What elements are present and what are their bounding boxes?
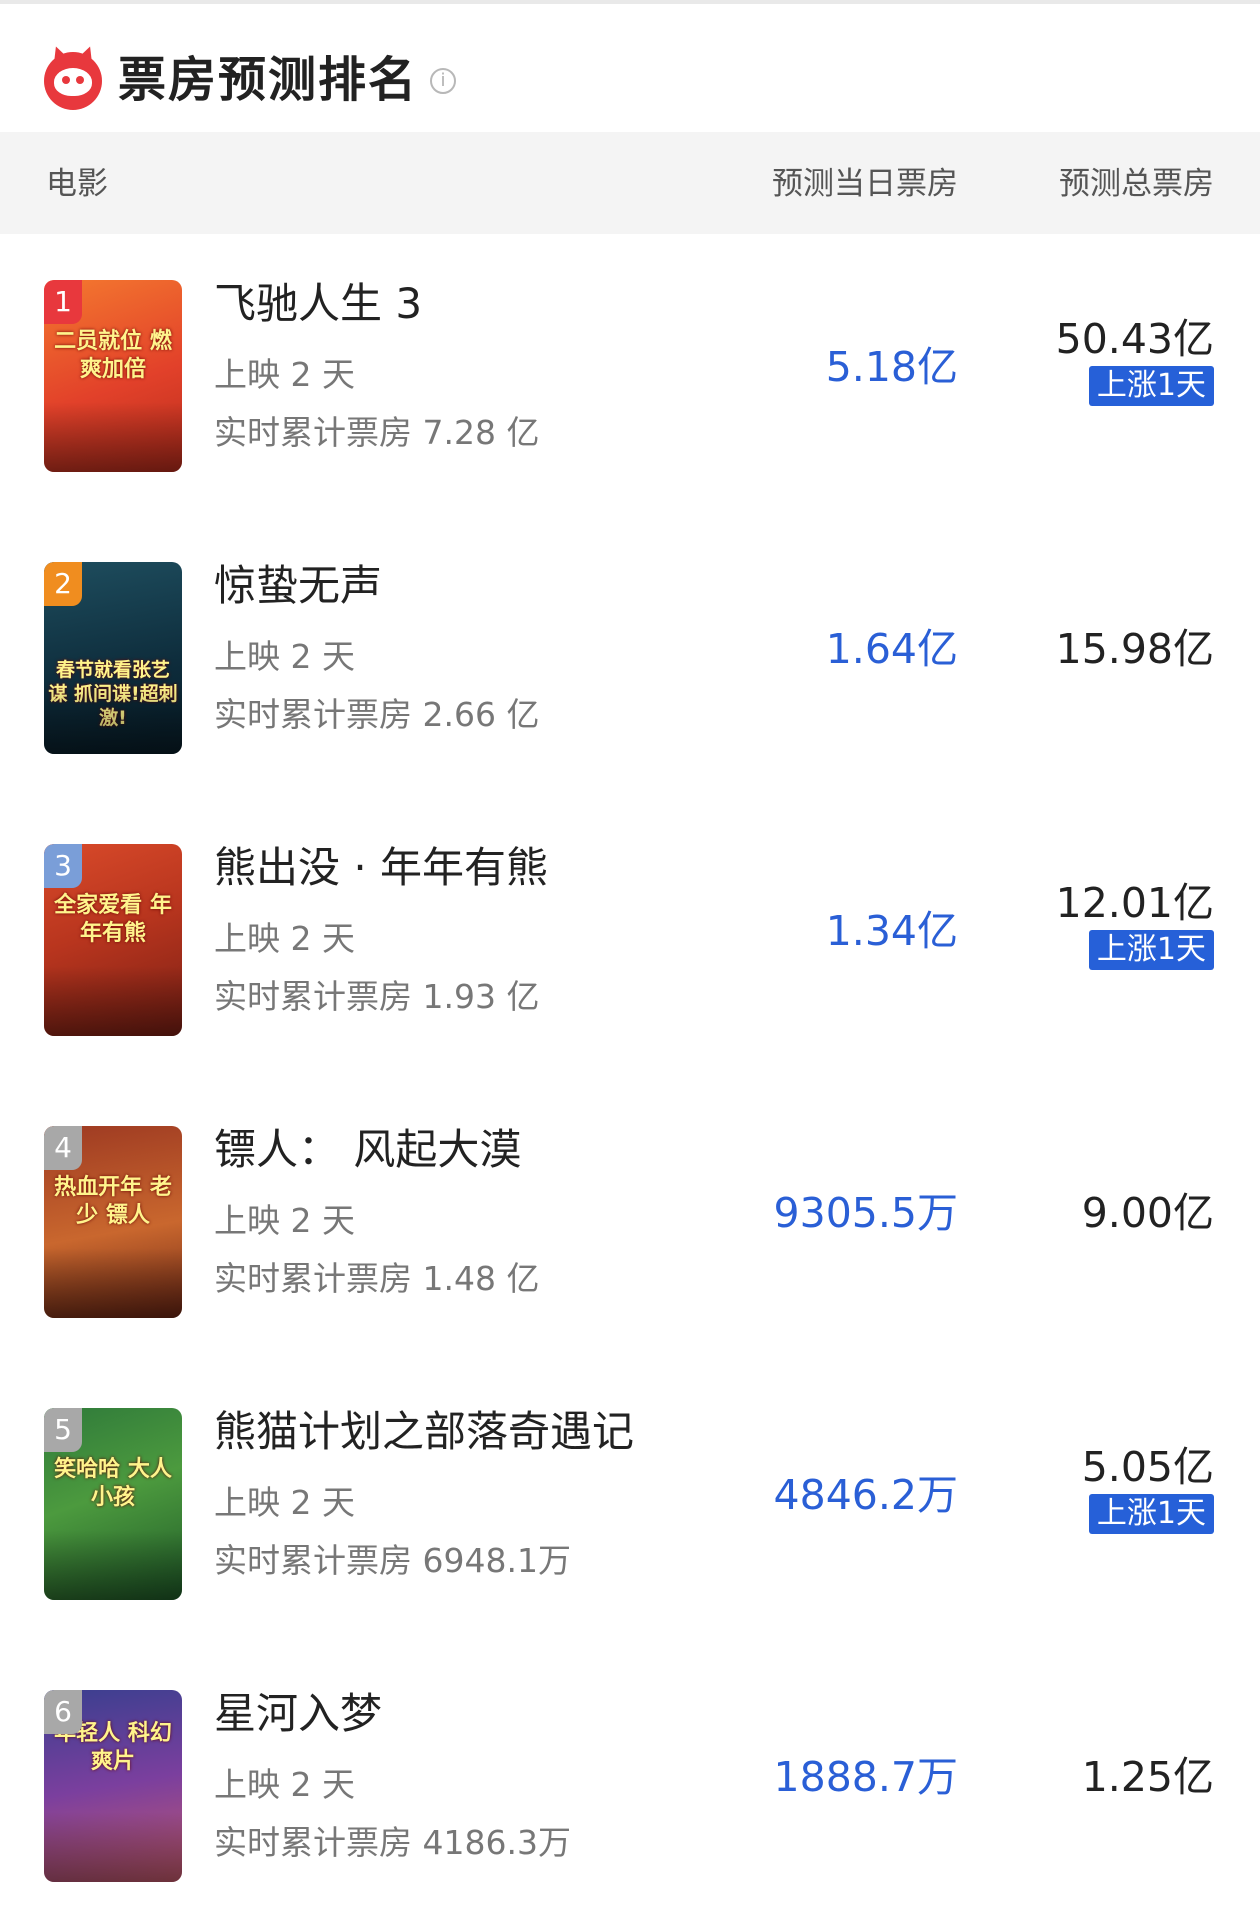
daily-forecast-value: 1.34亿 — [825, 907, 958, 955]
movie-title[interactable]: 镖人： 风起大漠 — [214, 1122, 521, 1178]
movie-title[interactable]: 熊出没 · 年年有熊 — [214, 840, 548, 896]
release-days: 上映 2 天 — [214, 919, 355, 958]
list-item[interactable]: 二员就位 燃爽加倍 1 飞驰人生 3 上映 2 天 实时累计票房 7.28 亿 … — [0, 234, 1260, 516]
list-item[interactable]: 年轻人 科幻爽片 6 星河入梦 上映 2 天 实时累计票房 4186.3万 18… — [0, 1644, 1260, 1926]
column-header-total-forecast[interactable]: 预测总票房 — [1059, 164, 1214, 204]
movie-poster[interactable]: 热血开年 老少 镖人 4 — [44, 1126, 182, 1318]
cumulative-box-office: 实时累计票房 6948.1万 — [214, 1541, 571, 1580]
column-header-daily-forecast[interactable]: 预测当日票房 — [772, 164, 958, 204]
daily-forecast-value: 1.64亿 — [825, 625, 958, 673]
cumulative-box-office: 实时累计票房 7.28 亿 — [214, 413, 540, 452]
list-item[interactable]: 春节就看张艺谋 抓间谍!超刺激! 2 惊蛰无声 上映 2 天 实时累计票房 2.… — [0, 516, 1260, 798]
rise-badge: 上涨1天 — [1088, 366, 1214, 406]
list-item[interactable]: 热血开年 老少 镖人 4 镖人： 风起大漠 上映 2 天 实时累计票房 1.48… — [0, 1080, 1260, 1362]
movie-poster[interactable]: 春节就看张艺谋 抓间谍!超刺激! 2 — [44, 562, 182, 754]
list-item[interactable]: 笑哈哈 大人小孩 5 熊猫计划之部落奇遇记 上映 2 天 实时累计票房 6948… — [0, 1362, 1260, 1644]
cumulative-box-office: 实时累计票房 1.93 亿 — [214, 977, 540, 1016]
maoyan-cat-logo-icon — [44, 43, 102, 110]
total-forecast-value: 12.01亿 — [1055, 879, 1214, 927]
column-header-movie: 电影 — [46, 166, 108, 202]
list-item[interactable]: 全家爱看 年年有熊 3 熊出没 · 年年有熊 上映 2 天 实时累计票房 1.9… — [0, 798, 1260, 1080]
release-days: 上映 2 天 — [214, 637, 355, 676]
movie-title[interactable]: 熊猫计划之部落奇遇记 — [214, 1404, 634, 1460]
poster-text: 笑哈哈 大人小孩 — [54, 1457, 172, 1510]
daily-forecast-value: 4846.2万 — [773, 1471, 958, 1519]
rise-badge: 上涨1天 — [1088, 1494, 1214, 1534]
cumulative-box-office: 实时累计票房 4186.3万 — [214, 1823, 571, 1862]
release-days: 上映 2 天 — [214, 1483, 355, 1522]
poster-text: 全家爱看 年年有熊 — [54, 893, 172, 946]
total-forecast-value: 50.43亿 — [1055, 315, 1214, 363]
release-days: 上映 2 天 — [214, 1765, 355, 1804]
poster-text: 热血开年 老少 镖人 — [54, 1175, 172, 1228]
movie-title[interactable]: 飞驰人生 3 — [214, 276, 422, 332]
rank-badge: 2 — [44, 562, 82, 606]
info-icon[interactable]: i — [430, 68, 456, 94]
cumulative-box-office: 实时累计票房 1.48 亿 — [214, 1259, 540, 1298]
total-forecast-value: 1.25亿 — [1081, 1753, 1214, 1801]
rank-badge: 4 — [44, 1126, 82, 1170]
rank-badge: 6 — [44, 1690, 82, 1734]
total-forecast-value: 5.05亿 — [1081, 1443, 1214, 1491]
poster-text: 二员就位 燃爽加倍 — [54, 329, 172, 382]
movie-poster[interactable]: 二员就位 燃爽加倍 1 — [44, 280, 182, 472]
movie-poster[interactable]: 全家爱看 年年有熊 3 — [44, 844, 182, 1036]
rank-badge: 5 — [44, 1408, 82, 1452]
movie-title[interactable]: 惊蛰无声 — [214, 558, 382, 614]
rise-badge: 上涨1天 — [1088, 930, 1214, 970]
cumulative-box-office: 实时累计票房 2.66 亿 — [214, 695, 540, 734]
column-header-bar: 电影 预测当日票房 预测总票房 — [0, 132, 1260, 234]
movie-poster[interactable]: 年轻人 科幻爽片 6 — [44, 1690, 182, 1882]
page-header: 票房预测排名 i — [0, 4, 1260, 132]
daily-forecast-value: 1888.7万 — [773, 1753, 958, 1801]
movie-poster[interactable]: 笑哈哈 大人小孩 5 — [44, 1408, 182, 1600]
movie-title[interactable]: 星河入梦 — [214, 1686, 382, 1742]
total-forecast-value: 9.00亿 — [1081, 1189, 1214, 1237]
daily-forecast-value: 9305.5万 — [773, 1189, 958, 1237]
total-forecast-value: 15.98亿 — [1055, 625, 1214, 673]
daily-forecast-value: 5.18亿 — [825, 343, 958, 391]
rank-badge: 3 — [44, 844, 82, 888]
release-days: 上映 2 天 — [214, 355, 355, 394]
page-title: 票房预测排名 — [118, 52, 419, 108]
release-days: 上映 2 天 — [214, 1201, 355, 1240]
rank-badge: 1 — [44, 280, 82, 324]
